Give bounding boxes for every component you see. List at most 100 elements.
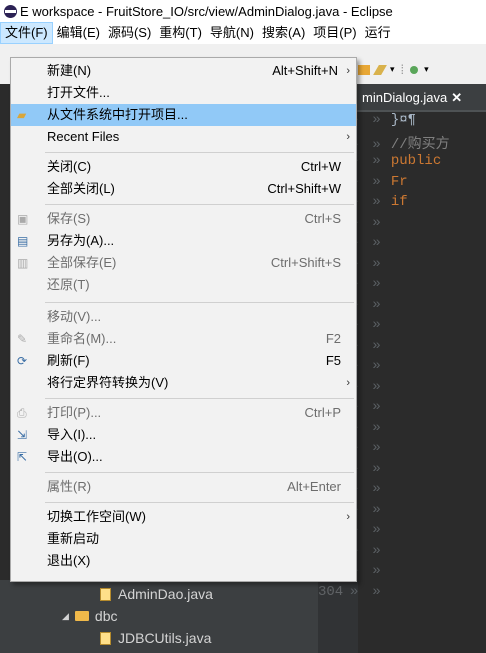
- tree-item-jdbcutils[interactable]: JDBCUtils.java: [100, 630, 211, 646]
- file-menu-item[interactable]: 关闭(C) Ctrl+W: [11, 156, 356, 178]
- whitespace-marker: »: [372, 153, 381, 169]
- code-text: if: [390, 194, 408, 210]
- menu-project[interactable]: 项目(P): [309, 22, 360, 44]
- tree-item-label: AdminDao.java: [118, 586, 213, 602]
- whitespace-marker: »: [372, 542, 381, 559]
- menu-separator: [45, 502, 354, 503]
- menu-edit[interactable]: 编辑(E): [53, 22, 104, 44]
- menu-item-label: 全部关闭(L): [47, 181, 115, 196]
- menu-source[interactable]: 源码(S): [104, 22, 155, 44]
- whitespace-marker: »: [372, 583, 381, 600]
- file-menu-item[interactable]: ▰ 从文件系统中打开项目...: [11, 104, 356, 126]
- java-file-icon: [100, 587, 111, 601]
- menu-item-label: 导入(I)...: [47, 427, 97, 442]
- whitespace-marker: »: [350, 583, 359, 600]
- menu-item-label: 打开文件...: [47, 85, 110, 100]
- folder-icon: ▰: [17, 108, 27, 122]
- file-menu-item: 属性(R) Alt+Enter: [11, 476, 356, 498]
- whitespace-marker: »: [372, 481, 381, 497]
- tree-item-admindao[interactable]: AdminDao.java: [100, 586, 213, 602]
- menu-item-label: 还原(T): [47, 277, 90, 292]
- whitespace-marker: »: [372, 173, 381, 190]
- menu-item-label: 关闭(C): [47, 159, 92, 174]
- menu-file[interactable]: 文件(F): [0, 22, 53, 44]
- code-text: Fr: [390, 173, 408, 190]
- menu-item-label: 另存为(A)...: [47, 233, 115, 248]
- file-menu-item: ⎙ 打印(P)... Ctrl+P: [11, 402, 356, 424]
- file-menu-item[interactable]: 切换工作空间(W) ›: [11, 506, 356, 528]
- menu-search[interactable]: 搜索(A): [258, 22, 309, 44]
- code-text: //购买方: [390, 136, 450, 153]
- file-menu-item[interactable]: 打开文件...: [11, 82, 356, 104]
- code-text: public: [390, 153, 442, 169]
- submenu-arrow-icon: ›: [346, 131, 350, 143]
- file-menu-item[interactable]: Recent Files ›: [11, 126, 356, 148]
- file-menu-item[interactable]: 退出(X): [11, 550, 356, 572]
- menu-item-shortcut: Ctrl+Shift+S: [270, 255, 341, 270]
- open-folder-icon[interactable]: [358, 64, 370, 75]
- file-menu-item[interactable]: ⇲ 导入(I)...: [11, 424, 356, 446]
- file-menu-item: ✎ 重命名(M)... F2: [11, 328, 356, 350]
- tab-label: minDialog.java: [362, 90, 448, 105]
- menu-item-label: Recent Files: [47, 129, 120, 144]
- submenu-arrow-icon: ›: [346, 65, 350, 77]
- code-line[interactable]: 304 » »: [318, 584, 486, 602]
- tab-admin-dialog[interactable]: minDialog.java ✕: [356, 87, 462, 109]
- whitespace-marker: »: [372, 276, 381, 292]
- whitespace-marker: »: [372, 337, 381, 354]
- dropdown-arrow-icon-2[interactable]: ▾: [424, 64, 429, 75]
- file-menu-item[interactable]: 全部关闭(L) Ctrl+Shift+W: [11, 178, 356, 200]
- whitespace-marker: »: [372, 296, 381, 313]
- whitespace-marker: »: [372, 399, 381, 415]
- tree-item-label: JDBCUtils.java: [118, 630, 212, 646]
- menu-item-label: 保存(S): [47, 211, 91, 226]
- dropdown-arrow-icon[interactable]: ▾: [390, 64, 395, 75]
- menu-item-label: 新建(N): [47, 63, 92, 78]
- window-title: E workspace - FruitStore_IO/src/view/Adm…: [20, 3, 393, 19]
- save-icon: ▣: [17, 212, 29, 226]
- menu-item-label: 重命名(M)...: [47, 331, 117, 346]
- menu-run[interactable]: 运行: [361, 22, 395, 44]
- whitespace-marker: »: [372, 440, 381, 456]
- submenu-arrow-icon: ›: [346, 377, 350, 389]
- file-menu-item[interactable]: 将行定界符转换为(V) ›: [11, 372, 356, 394]
- file-menu-item: 移动(V)...: [11, 306, 356, 328]
- tree-item-label: dbc: [94, 608, 118, 624]
- menu-refactor[interactable]: 重构(T): [155, 22, 206, 44]
- whitespace-marker: »: [372, 136, 381, 153]
- code-text: }¤¶: [390, 112, 417, 128]
- save-as-icon: ▤: [17, 234, 29, 248]
- menu-item-label: 退出(X): [47, 553, 91, 568]
- file-menu-item: ▥ 全部保存(E) Ctrl+Shift+S: [11, 252, 356, 274]
- whitespace-marker: »: [372, 194, 381, 210]
- whitespace-marker: »: [372, 235, 381, 251]
- file-menu-item[interactable]: ▤ 另存为(A)...: [11, 230, 356, 252]
- file-menu-item[interactable]: 新建(N) Alt+Shift+N ›: [11, 60, 356, 82]
- menu-separator: [45, 152, 354, 153]
- eclipse-logo-icon: [4, 4, 17, 18]
- editor-tab-bar: minDialog.java ✕: [356, 84, 486, 112]
- file-menu-item[interactable]: 重新启动: [11, 528, 356, 550]
- menu-item-label: 从文件系统中打开项目...: [47, 107, 188, 122]
- whitespace-marker: »: [372, 460, 381, 477]
- expand-triangle-icon[interactable]: ◢: [62, 611, 69, 622]
- menu-item-label: 属性(R): [47, 479, 92, 494]
- menu-navigate[interactable]: 导航(N): [206, 22, 258, 44]
- menu-item-label: 移动(V)...: [47, 309, 102, 324]
- file-menu-item[interactable]: ⇱ 导出(O)...: [11, 446, 356, 468]
- menu-item-shortcut: Ctrl+S: [304, 211, 341, 226]
- whitespace-marker: »: [372, 501, 381, 518]
- whitespace-marker: »: [372, 563, 381, 579]
- file-menu-item[interactable]: ⟳ 刷新(F) F5: [11, 350, 356, 372]
- pen-icon[interactable]: [373, 64, 387, 75]
- tree-item-dbc[interactable]: ◢ dbc: [62, 608, 118, 624]
- menu-item-shortcut: F2: [325, 331, 341, 346]
- title-bar: E workspace - FruitStore_IO/src/view/Adm…: [0, 0, 486, 22]
- run-icon[interactable]: [410, 65, 419, 74]
- tab-close-icon[interactable]: ✕: [451, 90, 462, 105]
- export-icon: ⇱: [17, 450, 28, 464]
- submenu-arrow-icon: ›: [346, 511, 350, 523]
- menu-item-label: 将行定界符转换为(V): [47, 375, 169, 390]
- menu-separator: [45, 302, 354, 303]
- whitespace-marker: »: [372, 112, 381, 128]
